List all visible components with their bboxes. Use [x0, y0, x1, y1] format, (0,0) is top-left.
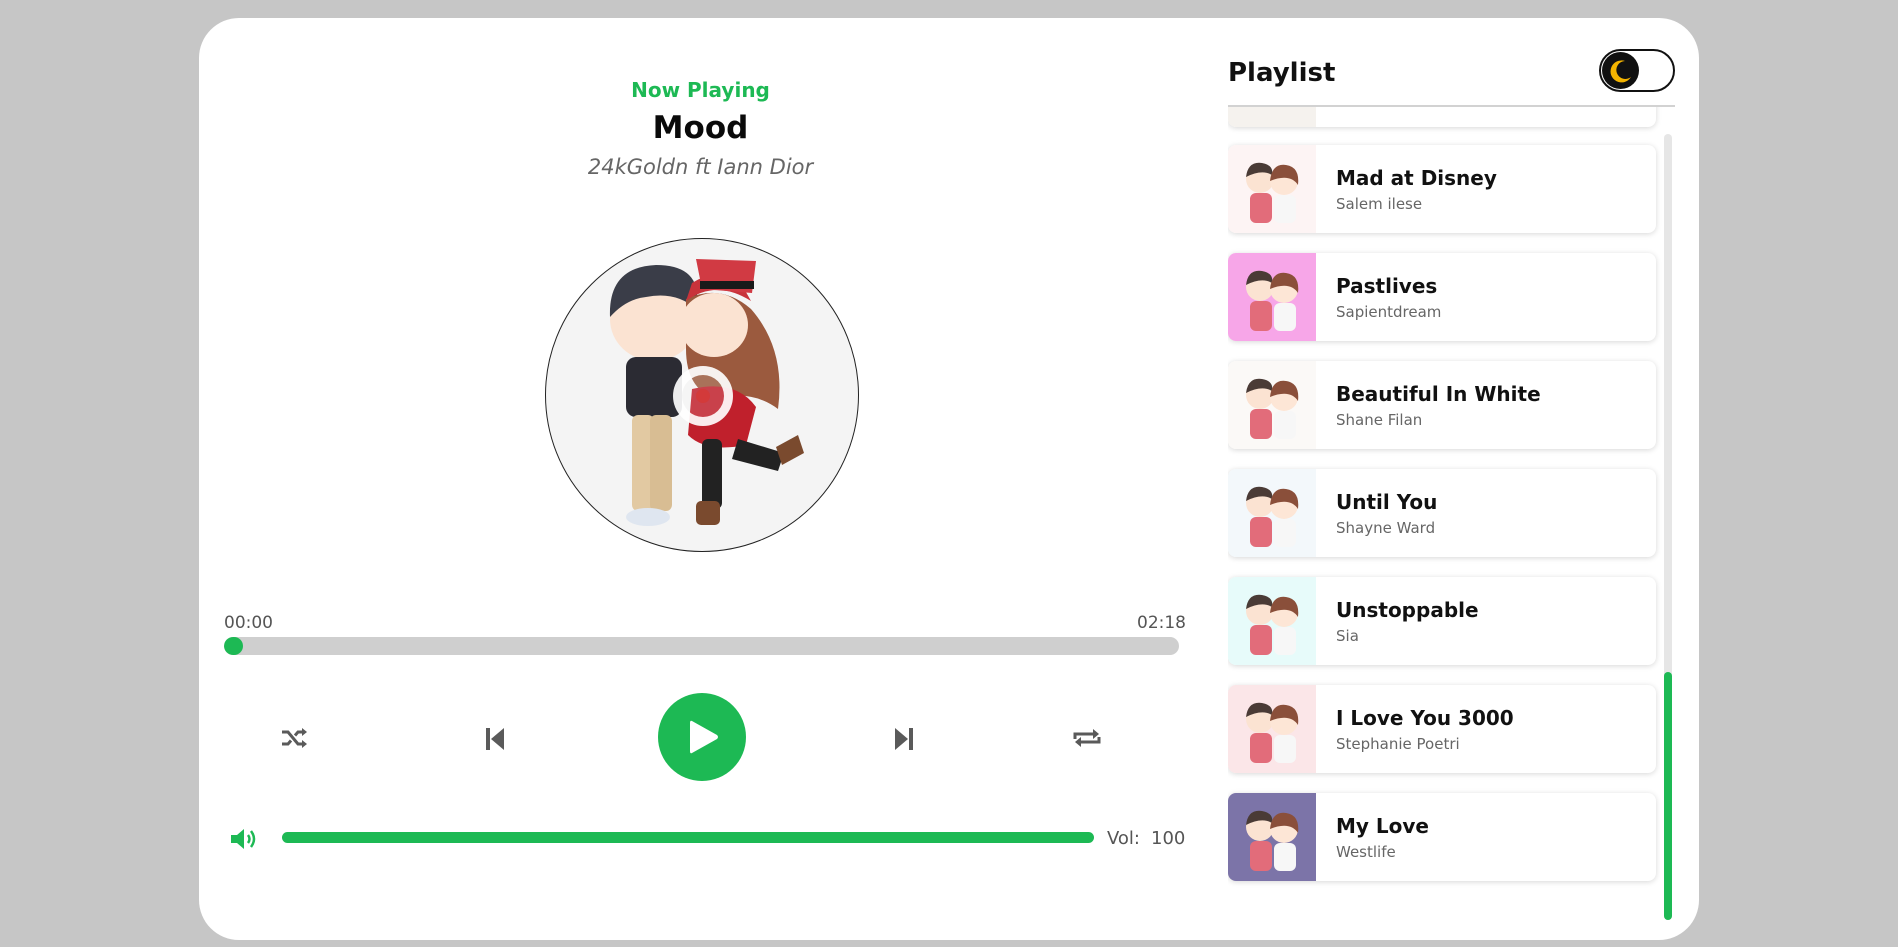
volume-label: Vol:	[1107, 828, 1140, 849]
playlist-item-artist: Shayne Ward	[1336, 518, 1436, 537]
playlist-item-text: Beautiful In White Shane Filan	[1336, 382, 1541, 429]
playlist-scrollbar[interactable]	[1664, 134, 1672, 920]
next-button[interactable]	[892, 725, 916, 753]
playlist-item[interactable]: Pastlives Sapientdream	[1228, 253, 1656, 341]
theme-toggle-knob	[1602, 52, 1639, 89]
playlist-item-title: Mad at Disney	[1336, 165, 1497, 190]
shuffle-button[interactable]	[277, 723, 311, 753]
playlist-item-title: Unstoppable	[1336, 597, 1479, 622]
next-icon	[895, 728, 913, 750]
playlist-item[interactable]: I Love You 3000 Stephanie Poetri	[1228, 685, 1656, 773]
playlist-item-artist: Sia	[1336, 626, 1359, 645]
playlist-item-artist: Shane Filan	[1336, 410, 1423, 429]
player-card: Now Playing Mood 24kGoldn ft Iann Dior 0…	[199, 18, 1699, 940]
playlist-item-text: Unstoppable Sia	[1336, 598, 1479, 645]
previous-icon	[486, 728, 504, 750]
playlist-item-artist: Stephanie Poetri	[1336, 734, 1460, 753]
duration: 02:18	[1137, 613, 1186, 633]
playlist-item-artist: Sapientdream	[1336, 302, 1442, 321]
playlist-item[interactable]: Unstoppable Sia	[1228, 577, 1656, 665]
playlist-item[interactable]: Beautiful In White Shane Filan	[1228, 361, 1656, 449]
now-playing-label: Now Playing	[631, 78, 770, 102]
volume-icon	[231, 829, 256, 849]
album-art-disc	[545, 238, 859, 552]
current-time: 00:00	[224, 613, 273, 633]
playlist-item-title: Beautiful In White	[1336, 381, 1541, 406]
play-icon	[690, 720, 718, 754]
playlist-item-thumbnail	[1228, 107, 1316, 127]
playlist-item-text: My Love Westlife	[1336, 814, 1429, 861]
playlist-item-title: I Love You 3000	[1336, 705, 1514, 730]
playlist-item-thumbnail	[1228, 253, 1316, 341]
playlist-item-text: I Love You 3000 Stephanie Poetri	[1336, 706, 1514, 753]
playlist-scrollbar-thumb[interactable]	[1664, 672, 1672, 920]
moon-icon	[1610, 59, 1631, 82]
playlist-item-title: My Love	[1336, 813, 1429, 838]
theme-toggle[interactable]	[1599, 49, 1675, 92]
repeat-icon	[1073, 729, 1101, 747]
disc-center-dot	[696, 389, 710, 403]
playlist-item-thumbnail	[1228, 145, 1316, 233]
song-artist: 24kGoldn ft Iann Dior	[587, 155, 814, 179]
playlist-item-title: Pastlives	[1336, 273, 1438, 298]
playlist-panel: Playlist Mad at Disney Salem ilese Pastliv…	[1228, 18, 1675, 940]
playlist-item-artist: Salem ilese	[1336, 194, 1423, 213]
repeat-button[interactable]	[1070, 723, 1104, 753]
playlist-item-text: Until You Shayne Ward	[1336, 490, 1437, 537]
progress-bar[interactable]	[224, 637, 1179, 655]
volume-fill	[282, 832, 1094, 843]
playlist-item[interactable]: Until You Shayne Ward	[1228, 469, 1656, 557]
volume-slider[interactable]	[282, 832, 1094, 843]
playlist-title: Playlist	[1228, 58, 1336, 88]
play-button[interactable]	[658, 693, 746, 781]
playlist-item-partial[interactable]	[1228, 107, 1656, 127]
playlist-item-title: Until You	[1336, 489, 1438, 514]
playlist-item-thumbnail	[1228, 793, 1316, 881]
playlist-item[interactable]: Mad at Disney Salem ilese	[1228, 145, 1656, 233]
previous-button[interactable]	[483, 725, 507, 753]
now-playing-panel: Now Playing Mood 24kGoldn ft Iann Dior 0…	[199, 18, 1199, 940]
song-title: Mood	[652, 110, 749, 146]
playlist-item-thumbnail	[1228, 361, 1316, 449]
playlist-item-thumbnail	[1228, 685, 1316, 773]
playlist-list[interactable]: Mad at Disney Salem ilese Pastlives Sapient…	[1228, 107, 1675, 929]
playlist-item-thumbnail	[1228, 469, 1316, 557]
progress-fill	[224, 637, 244, 655]
volume-button[interactable]	[229, 826, 261, 856]
playlist-item-text: Mad at Disney Salem ilese	[1336, 166, 1497, 213]
playlist-item-artist: Westlife	[1336, 842, 1396, 861]
playlist-item[interactable]: My Love Westlife	[1228, 793, 1656, 881]
playlist-item-thumbnail	[1228, 577, 1316, 665]
playlist-item-text: Pastlives Sapientdream	[1336, 274, 1441, 321]
shuffle-icon	[282, 728, 307, 748]
volume-value: 100	[1151, 828, 1186, 849]
